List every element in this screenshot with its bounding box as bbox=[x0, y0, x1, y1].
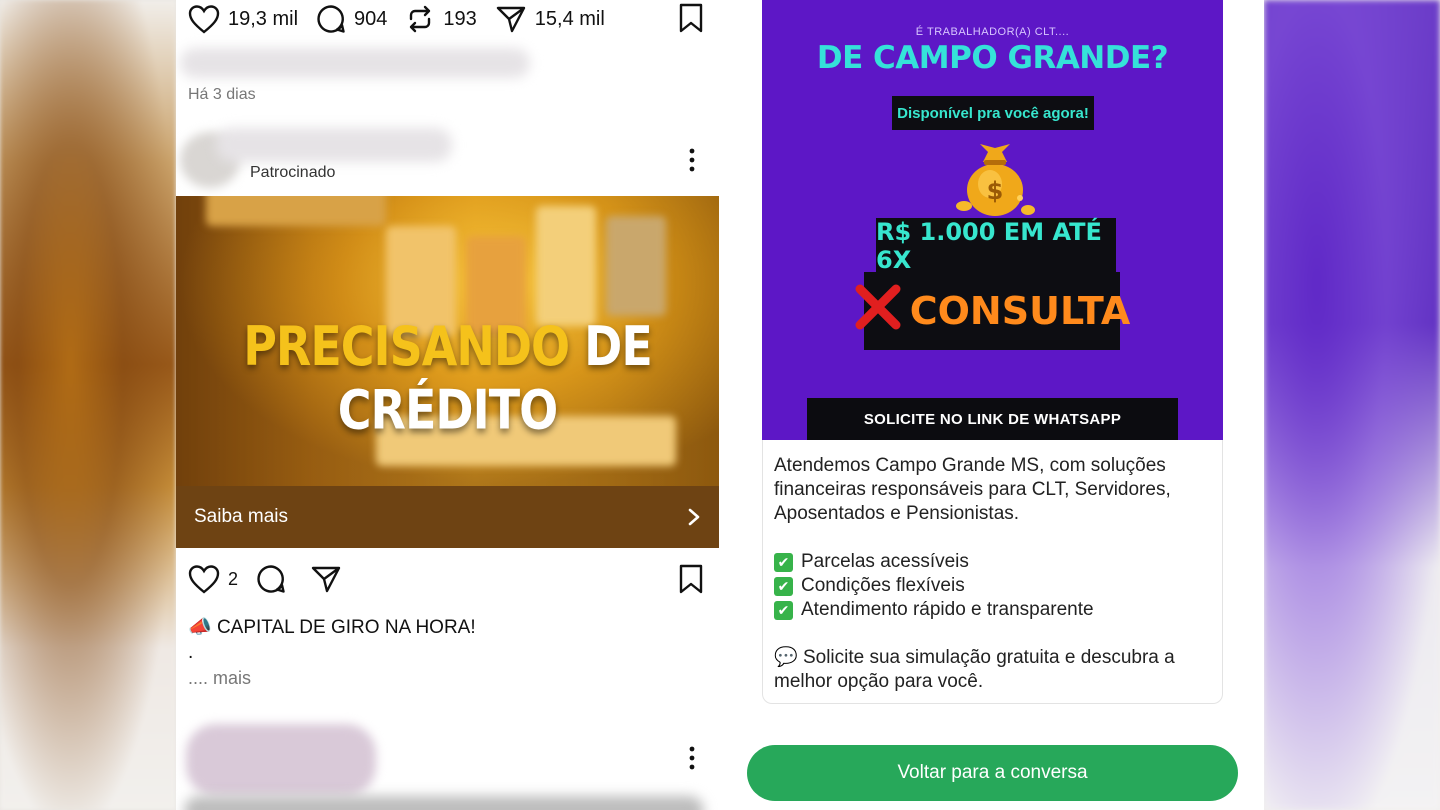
ad-title-part1: PRECISANDO bbox=[243, 314, 570, 378]
money-bag-icon: $ bbox=[950, 138, 1040, 225]
more-options-icon[interactable] bbox=[682, 746, 702, 770]
share-action[interactable]: 15,4 mil bbox=[495, 4, 605, 34]
promo-amount: R$ 1.000 EM ATÉ 6X bbox=[876, 218, 1116, 274]
share-count: 15,4 mil bbox=[534, 7, 605, 30]
repost-icon bbox=[405, 4, 435, 34]
chevron-right-icon bbox=[687, 507, 701, 527]
promo-footer: SOLICITE NO LINK DE WHATSAPP bbox=[807, 398, 1178, 440]
more-link[interactable]: .... mais bbox=[188, 668, 251, 689]
promo-no-consultation: CONSULTA bbox=[855, 272, 1130, 350]
decor-shape bbox=[536, 206, 596, 326]
send-icon bbox=[495, 4, 527, 34]
bullet-text: Parcelas acessíveis bbox=[801, 551, 969, 572]
bookmark-icon[interactable] bbox=[678, 564, 704, 594]
red-x-icon bbox=[854, 283, 902, 340]
heart-icon bbox=[188, 4, 220, 34]
bullet-item: ✔ Parcelas acessíveis bbox=[774, 550, 1211, 574]
ad-like-action[interactable]: 2 bbox=[188, 564, 238, 594]
message-closing-text: Solicite sua simulação gratuita e descub… bbox=[774, 647, 1175, 692]
svg-text:$: $ bbox=[987, 177, 1004, 205]
ad-caption-text: CAPITAL DE GIRO NA HORA! bbox=[216, 617, 476, 638]
bullet-item: ✔ Atendimento rápido e transparente bbox=[774, 598, 1211, 622]
blurred-advertiser-name bbox=[216, 128, 452, 162]
background-left-blur bbox=[0, 0, 176, 810]
bullet-item: ✔ Condições flexíveis bbox=[774, 574, 1211, 598]
ad-caption-line2: . bbox=[188, 642, 194, 663]
ad-image-title: PRECISANDO DE CRÉDITO bbox=[176, 314, 719, 441]
blurred-next-post-header bbox=[186, 724, 376, 796]
checkmark-icon: ✔ bbox=[774, 576, 793, 596]
back-to-conversation-button[interactable]: Voltar para a conversa bbox=[747, 745, 1238, 801]
promo-heading: DE CAMPO GRANDE? bbox=[816, 40, 1169, 76]
ad-message-card: Atendemos Campo Grande MS, com soluções … bbox=[762, 440, 1223, 704]
decor-shape bbox=[206, 196, 386, 226]
checkmark-icon: ✔ bbox=[774, 600, 793, 620]
promo-consulta-text: CONSULTA bbox=[909, 289, 1131, 333]
promo-image[interactable]: É TRABALHADOR(A) CLT.... DE CAMPO GRANDE… bbox=[762, 0, 1223, 440]
post-timestamp: Há 3 dias bbox=[188, 86, 256, 103]
blurred-username bbox=[180, 48, 530, 78]
more-options-icon[interactable] bbox=[682, 148, 702, 172]
ad-image[interactable]: PRECISANDO DE CRÉDITO bbox=[176, 196, 719, 486]
learn-more-bar[interactable]: Saiba mais bbox=[176, 486, 719, 548]
megaphone-icon: 📣 bbox=[188, 617, 212, 638]
send-icon[interactable] bbox=[310, 564, 342, 594]
ad-action-row: 2 bbox=[188, 564, 342, 594]
bullet-text: Atendimento rápido e transparente bbox=[801, 599, 1094, 620]
repost-action[interactable]: 193 bbox=[405, 4, 477, 34]
message-bullets: ✔ Parcelas acessíveis ✔ Condições flexívei… bbox=[774, 550, 1211, 622]
repost-count: 193 bbox=[443, 7, 477, 30]
message-closing: 💬 Solicite sua simulação gratuita e desc… bbox=[774, 646, 1211, 694]
learn-more-label: Saiba mais bbox=[194, 506, 288, 527]
comment-action[interactable]: 904 bbox=[316, 4, 387, 34]
sponsored-label: Patrocinado bbox=[250, 164, 336, 181]
ad-caption: 📣 CAPITAL DE GIRO NA HORA! bbox=[188, 615, 476, 639]
bookmark-icon[interactable] bbox=[678, 3, 704, 33]
blurred-next-post-text bbox=[184, 796, 704, 810]
heart-icon bbox=[188, 564, 220, 594]
message-intro: Atendemos Campo Grande MS, com soluções … bbox=[774, 455, 1171, 524]
like-action[interactable]: 19,3 mil bbox=[188, 4, 298, 34]
background-right-blur bbox=[1264, 0, 1440, 810]
bullet-text: Condições flexíveis bbox=[801, 575, 965, 596]
decor-shape bbox=[606, 216, 666, 316]
comment-count: 904 bbox=[354, 7, 388, 30]
promo-subheading: É TRABALHADOR(A) CLT.... bbox=[915, 26, 1070, 38]
checkmark-icon: ✔ bbox=[774, 552, 793, 572]
speech-balloon-icon: 💬 bbox=[774, 647, 798, 668]
like-count: 19,3 mil bbox=[228, 7, 299, 30]
post-action-row: 19,3 mil 904 193 15,4 mil bbox=[188, 4, 708, 34]
promo-availability-pill: Disponível pra você agora! bbox=[892, 96, 1094, 130]
ad-like-count: 2 bbox=[228, 568, 239, 589]
comment-bubble-icon[interactable] bbox=[256, 564, 286, 594]
comment-bubble-icon bbox=[316, 4, 346, 34]
social-feed-panel: 19,3 mil 904 193 15,4 mil Há 3 dias Patr… bbox=[176, 0, 719, 810]
